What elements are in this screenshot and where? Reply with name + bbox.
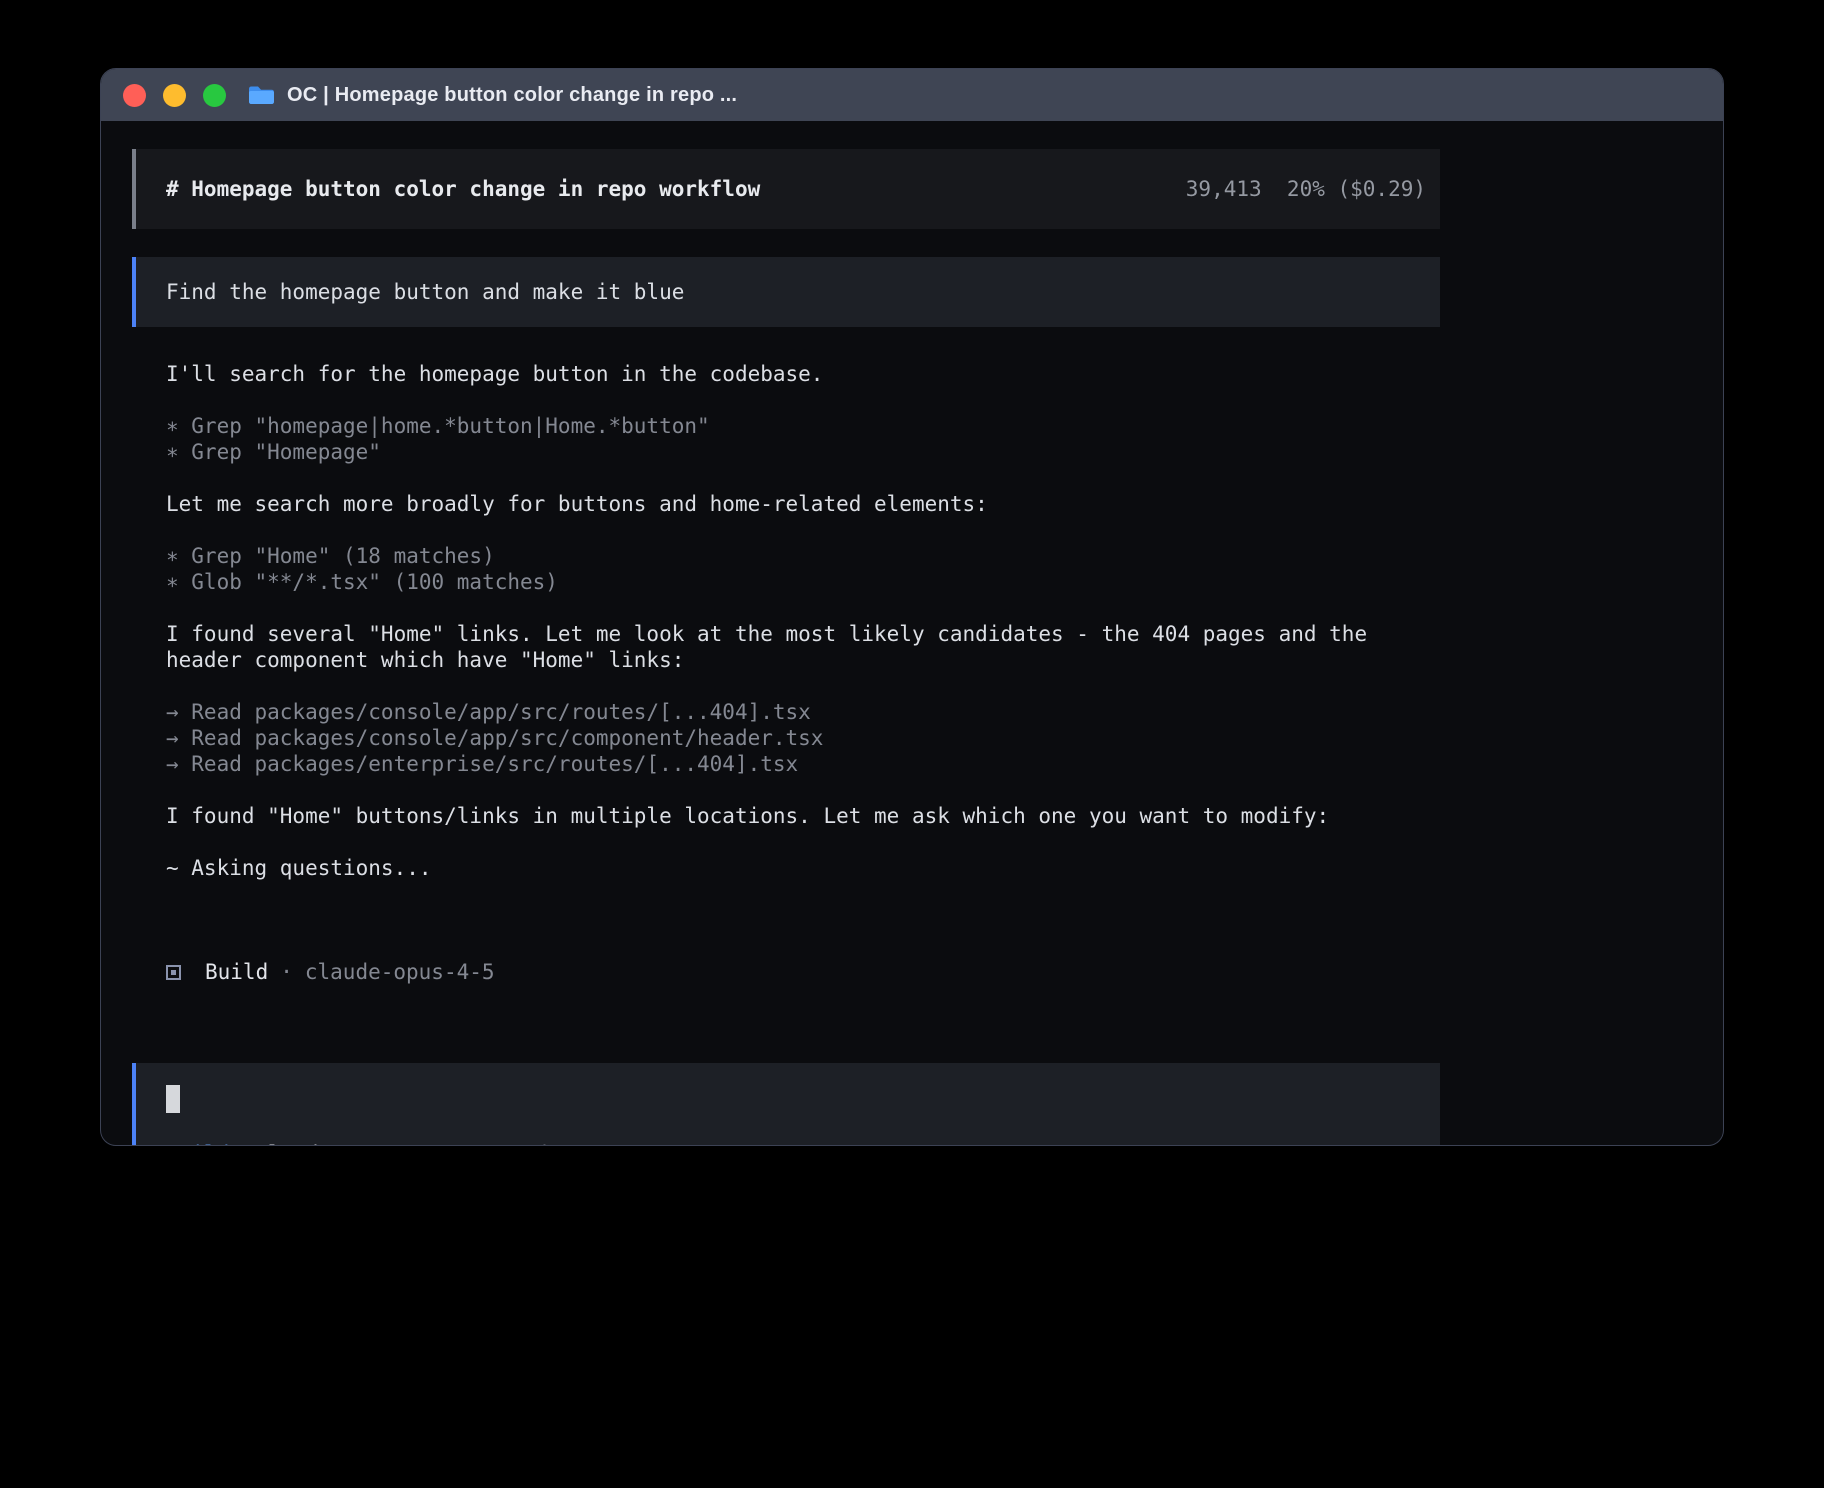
tool-line: → Read packages/enterprise/src/routes/[.… xyxy=(166,752,798,776)
model-name: Claude Opus 4.5 xyxy=(255,1141,445,1146)
text-line: I found several "Home" links. Let me loo… xyxy=(166,622,1367,646)
text-cursor xyxy=(166,1085,180,1113)
agent-separator: · xyxy=(280,959,293,985)
tool-calls-search: ∗ Grep "Home" (18 matches)∗ Glob "**/*.t… xyxy=(166,543,1440,595)
assistant-text: I'll search for the homepage button in t… xyxy=(166,361,1440,387)
agent-name: Build xyxy=(205,959,268,985)
tool-line: ∗ Grep "homepage|home.*button|Home.*butt… xyxy=(166,414,710,438)
folder-icon xyxy=(248,84,275,106)
provider-name: OpenCode Zen xyxy=(459,1141,611,1146)
zoom-button[interactable] xyxy=(203,84,226,107)
terminal-window: OC | Homepage button color change in rep… xyxy=(100,68,1724,1146)
prompt-input[interactable]: Build Claude Opus 4.5 OpenCode Zen xyxy=(132,1063,1440,1146)
tui-content: # Homepage button color change in repo w… xyxy=(132,149,1440,1146)
assistant-text: I found "Home" buttons/links in multiple… xyxy=(166,803,1440,829)
window-title: OC | Homepage button color change in rep… xyxy=(287,84,737,107)
minimize-button[interactable] xyxy=(163,84,186,107)
user-message: Find the homepage button and make it blu… xyxy=(132,257,1440,327)
assistant-text: Let me search more broadly for buttons a… xyxy=(166,491,1440,517)
session-title: # Homepage button color change in repo w… xyxy=(166,176,760,202)
assistant-text: I found several "Home" links. Let me loo… xyxy=(166,621,1440,673)
tool-line: ∗ Glob "**/*.tsx" (100 matches) xyxy=(166,570,558,594)
text-line: header component which have "Home" links… xyxy=(166,648,684,672)
assistant-status: ~ Asking questions... xyxy=(166,855,1440,881)
agent-icon xyxy=(166,965,181,980)
close-button[interactable] xyxy=(123,84,146,107)
mode-indicator: Build xyxy=(166,1141,229,1146)
tool-calls-read: → Read packages/console/app/src/routes/[… xyxy=(166,699,1440,777)
traffic-lights xyxy=(123,84,226,107)
assistant-messages: I'll search for the homepage button in t… xyxy=(132,327,1440,1037)
session-header: # Homepage button color change in repo w… xyxy=(132,149,1440,229)
session-stats: 39,413 20% ($0.29) xyxy=(1186,176,1426,202)
tool-line: → Read packages/console/app/src/componen… xyxy=(166,726,823,750)
desktop: OC | Homepage button color change in rep… xyxy=(0,0,1824,1488)
tool-line: → Read packages/console/app/src/routes/[… xyxy=(166,700,811,724)
agent-status-line: Build · claude-opus-4-5 xyxy=(166,907,1440,1037)
titlebar: OC | Homepage button color change in rep… xyxy=(101,69,1723,121)
tool-line: ∗ Grep "Homepage" xyxy=(166,440,381,464)
user-message-text: Find the homepage button and make it blu… xyxy=(166,279,684,305)
input-meta: Build Claude Opus 4.5 OpenCode Zen xyxy=(166,1141,1410,1146)
tool-calls-grep: ∗ Grep "homepage|home.*button|Home.*butt… xyxy=(166,413,1440,465)
agent-model: claude-opus-4-5 xyxy=(305,959,495,985)
tool-line: ∗ Grep "Home" (18 matches) xyxy=(166,544,495,568)
